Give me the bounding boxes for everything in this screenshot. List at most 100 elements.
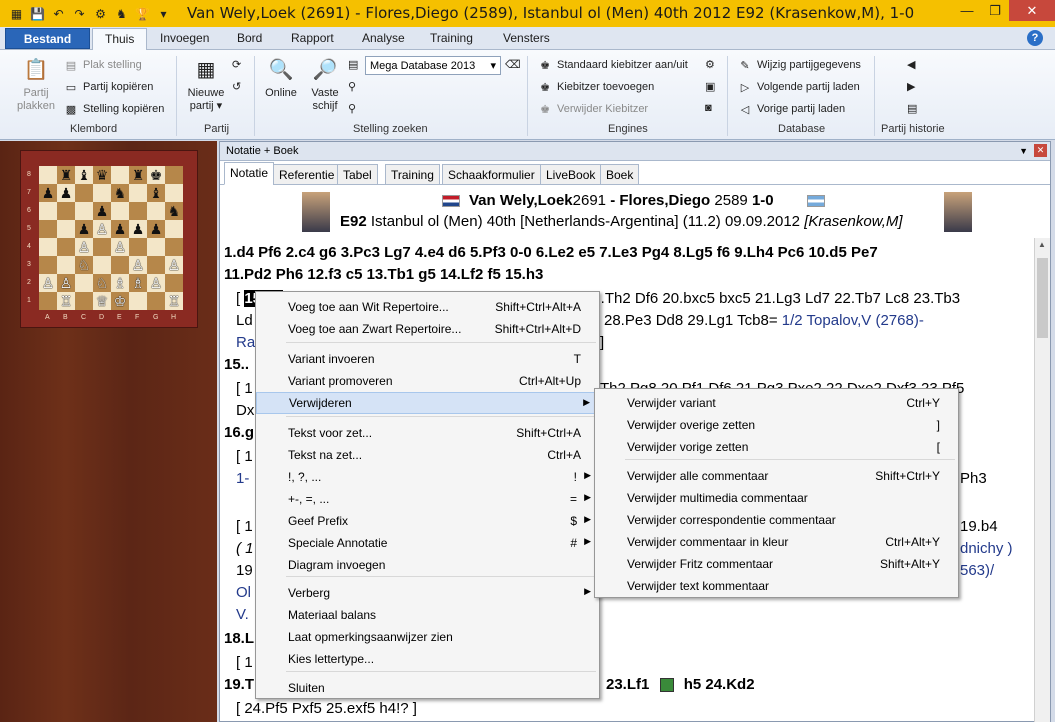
- replay-icon[interactable]: ↺: [232, 80, 241, 93]
- tab-livebook[interactable]: LiveBook: [540, 164, 602, 185]
- maximize-button[interactable]: ❐: [981, 0, 1009, 21]
- submenu-item-fritz-commentaar[interactable]: Verwijder Fritz commentaar Shift+Alt+Y: [595, 553, 958, 575]
- reference-game-link[interactable]: Ol: [236, 582, 251, 604]
- kiebitzer-toevoegen-button[interactable]: ♚ Kiebitzer toevoegen: [538, 80, 654, 94]
- board-square-b5[interactable]: [57, 220, 75, 238]
- board-square-h8[interactable]: [165, 166, 183, 184]
- board-square-a2[interactable]: ♙: [39, 274, 57, 292]
- standaard-kiebitzer-button[interactable]: ♚ Standaard kiebitzer aan/uit: [538, 58, 688, 72]
- menu-item-evaluatie-tekens[interactable]: +-, =, ... = ▶: [256, 488, 599, 510]
- menu-item-verwijderen[interactable]: Verwijderen ▶: [256, 392, 599, 414]
- scroll-up-icon[interactable]: ▲: [1038, 240, 1046, 249]
- board-square-d3[interactable]: [93, 256, 111, 274]
- notation-line[interactable]: Dx: [236, 400, 254, 422]
- notation-moves[interactable]: 28.Pe3 Dd8 29.Lg1 Tcb8=: [604, 312, 778, 329]
- chess-piece[interactable]: ♟: [114, 220, 127, 238]
- notation-line[interactable]: ( 1: [236, 538, 254, 560]
- partij-plakken-button[interactable]: 📋 Partij plakken: [14, 56, 58, 113]
- notation-line[interactable]: 19: [236, 560, 253, 582]
- board-square-d1[interactable]: ♕: [93, 292, 111, 310]
- board-square-f8[interactable]: ♜: [129, 166, 147, 184]
- file-tab[interactable]: Bestand: [5, 28, 90, 49]
- vorige-partij-button[interactable]: ◁ Vorige partij laden: [738, 102, 845, 116]
- board-square-e3[interactable]: [111, 256, 129, 274]
- board-square-e6[interactable]: [111, 202, 129, 220]
- board-square-g6[interactable]: [147, 202, 165, 220]
- chess-piece[interactable]: ♙: [114, 238, 127, 256]
- board-square-b7[interactable]: ♟: [57, 184, 75, 202]
- menu-item-tekst-voor-zet[interactable]: Tekst voor zet... Shift+Ctrl+A: [256, 422, 599, 444]
- history-list-icon[interactable]: ▤: [907, 102, 917, 115]
- chess-piece[interactable]: ♗: [132, 274, 145, 292]
- chess-piece[interactable]: ♞: [114, 184, 127, 202]
- board-square-d2[interactable]: ♘: [93, 274, 111, 292]
- reference-game-link[interactable]: Ra: [236, 332, 255, 354]
- board-square-b8[interactable]: ♜: [57, 166, 75, 184]
- tab-notatie[interactable]: Notatie: [224, 162, 275, 185]
- board-square-e4[interactable]: ♙: [111, 238, 129, 256]
- chess-piece[interactable]: ♝: [150, 184, 163, 202]
- chess-piece[interactable]: ♖: [60, 292, 73, 310]
- app-icon[interactable]: ▦: [8, 5, 25, 22]
- piece-icon[interactable]: ♞: [113, 5, 130, 22]
- notation-line[interactable]: [ 1: [236, 446, 253, 468]
- database-select[interactable]: Mega Database 2013 ▾: [365, 56, 501, 75]
- chess-piece[interactable]: ♟: [42, 184, 55, 202]
- board-square-g7[interactable]: ♝: [147, 184, 165, 202]
- tab-rapport[interactable]: Rapport: [291, 31, 334, 45]
- board-square-a8[interactable]: [39, 166, 57, 184]
- board-square-a6[interactable]: [39, 202, 57, 220]
- board-square-g2[interactable]: ♙: [147, 274, 165, 292]
- refresh-icon[interactable]: ⟳: [232, 58, 241, 71]
- stelling-kopieren-button[interactable]: ▩ Stelling kopiëren: [64, 102, 165, 116]
- tab-training-pane[interactable]: Training: [385, 164, 440, 185]
- notation-moves[interactable]: h5 24.Kd2: [684, 676, 755, 693]
- menu-item-lettertype[interactable]: Kies lettertype...: [256, 648, 599, 670]
- notation-line[interactable]: 15..: [224, 354, 249, 376]
- board-square-d6[interactable]: ♟: [93, 202, 111, 220]
- tab-boek[interactable]: Boek: [600, 164, 640, 185]
- menu-item-tekst-na-zet[interactable]: Tekst na zet... Ctrl+A: [256, 444, 599, 466]
- pane-close-icon[interactable]: ✕: [1034, 144, 1047, 157]
- menu-item-diagram-invoegen[interactable]: Diagram invoegen: [256, 554, 599, 576]
- notation-line[interactable]: 16.g: [224, 422, 254, 444]
- reference-game-link[interactable]: V.: [236, 604, 249, 626]
- board-square-c8[interactable]: ♝: [75, 166, 93, 184]
- board-square-h7[interactable]: [165, 184, 183, 202]
- chess-board[interactable]: ♜ ♝ ♛ ♜ ♚ ♟ ♟ ♞ ♝ ♟ ♞ ♟ ♙ ♟ ♟ ♟ ♙ ♙ ♘ ♙ ♙ ♙ ♙ ♘ ♗ ♗ ♙ ♖ ♕ ♔ ♖: [39, 166, 183, 310]
- board-square-c7[interactable]: [75, 184, 93, 202]
- engine-settings-icon[interactable]: ⚙: [705, 58, 715, 71]
- chess-piece[interactable]: ♕: [96, 292, 109, 310]
- board-square-h6[interactable]: ♞: [165, 202, 183, 220]
- board-square-b2[interactable]: ♙: [57, 274, 75, 292]
- menu-item-wit-repertoire[interactable]: Voeg toe aan Wit Repertoire... Shift+Ctrl…: [256, 296, 599, 318]
- chess-piece[interactable]: ♗: [114, 274, 127, 292]
- help-icon[interactable]: ?: [1027, 30, 1043, 46]
- menu-item-annotatie-tekens[interactable]: !, ?, ...! ▶: [256, 466, 599, 488]
- board-square-h5[interactable]: [165, 220, 183, 238]
- chess-piece[interactable]: ♟: [78, 220, 91, 238]
- menu-item-verberg[interactable]: Verberg ▶: [256, 582, 599, 604]
- search-board-icon[interactable]: ⚲: [348, 80, 356, 93]
- chess-piece[interactable]: ♞: [168, 202, 181, 220]
- notation-line[interactable]: 1.d4 Pf6 2.c4 g6 3.Pc3 Lg7 4.e4 d6 5.Pf3…: [224, 242, 878, 264]
- board-square-e1[interactable]: ♔: [111, 292, 129, 310]
- board-square-b1[interactable]: ♖: [57, 292, 75, 310]
- chess-piece[interactable]: ♙: [150, 274, 163, 292]
- notation-line[interactable]: 28.Pe3 Dd8 29.Lg1 Tcb8= 1/2 Topalov,V (2…: [604, 310, 924, 332]
- submenu-item-vorige-zetten[interactable]: Verwijder vorige zetten [: [595, 436, 958, 458]
- chess-piece[interactable]: ♙: [78, 238, 91, 256]
- notation-line[interactable]: 23.Lf1 h5 24.Kd2: [606, 674, 755, 696]
- tab-training[interactable]: Training: [430, 31, 473, 45]
- board-square-h1[interactable]: ♖: [165, 292, 183, 310]
- notation-line[interactable]: 19.T: [224, 674, 254, 696]
- database-icon[interactable]: ▤: [348, 58, 358, 71]
- notation-line[interactable]: [ 1: [236, 516, 253, 538]
- board-square-d7[interactable]: [93, 184, 111, 202]
- board-square-c2[interactable]: [75, 274, 93, 292]
- board-square-g3[interactable]: [147, 256, 165, 274]
- uci-icon[interactable]: ◙: [705, 102, 712, 114]
- board-square-d4[interactable]: [93, 238, 111, 256]
- submenu-item-overige-zetten[interactable]: Verwijder overige zetten]: [595, 414, 958, 436]
- board-square-a1[interactable]: [39, 292, 57, 310]
